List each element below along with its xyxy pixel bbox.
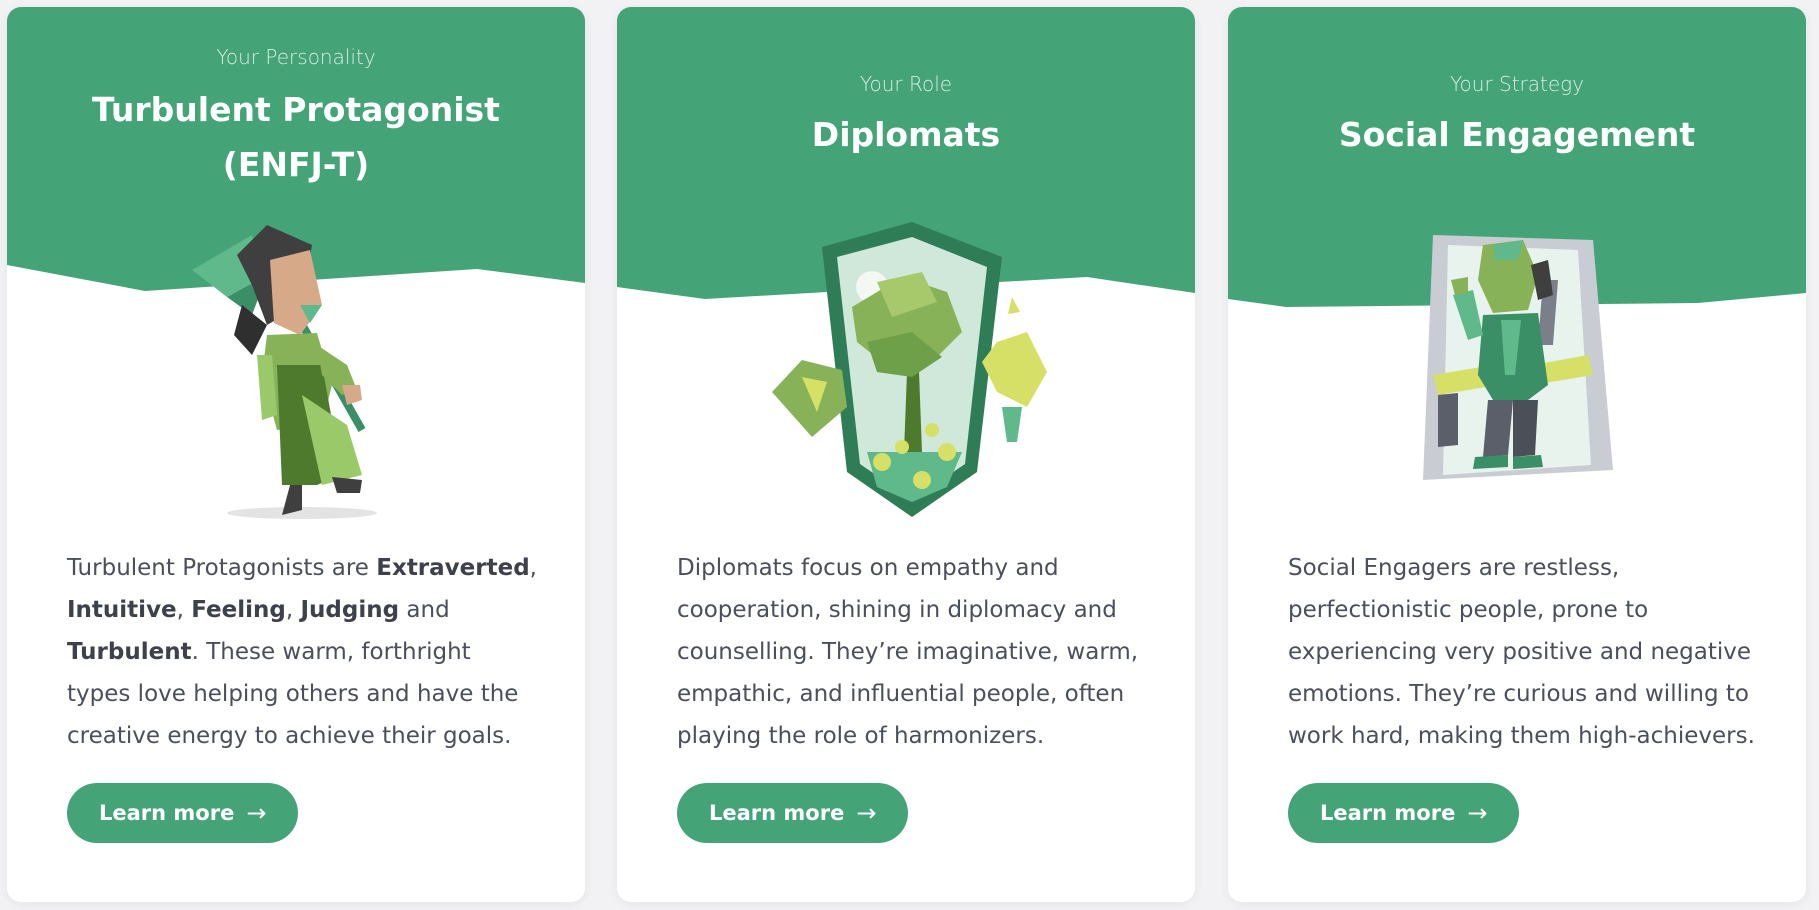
arrow-right-icon: → [1467,799,1488,827]
trait-extraverted: Extraverted [376,555,530,581]
protagonist-character-illustration [192,225,377,519]
card-description: Diplomats focus on empathy and cooperati… [677,555,1139,749]
card-subtitle: Your Personality [216,45,376,69]
learn-more-button[interactable]: Learn more → [677,783,909,843]
button-label: Learn more [1320,801,1456,825]
arrow-right-icon: → [856,799,877,827]
results-page: Your Personality Turbulent Protagonist (… [0,0,1819,910]
strategy-card: Your Strategy Social Engagement Social E [1228,7,1806,902]
title-line-2: (ENFJ-T) [222,145,370,184]
desc-text: , [285,597,301,623]
learn-more-button[interactable]: Learn more → [67,783,299,843]
trait-intuitive: Intuitive [67,597,177,623]
card-title: Turbulent Protagonist (ENFJ-T) [7,82,585,192]
desc-text: , [176,597,192,623]
social-engagement-phone-illustration [1423,235,1613,480]
card-title: Social Engagement [1338,115,1696,154]
title-line-1: Turbulent Protagonist [92,90,500,129]
card-title: Diplomats [811,115,1001,154]
button-label: Learn more [99,801,235,825]
personality-card: Your Personality Turbulent Protagonist (… [7,7,585,902]
trait-turbulent: Turbulent [67,639,192,665]
card-description: Social Engagers are restless, perfection… [1288,555,1755,749]
button-label: Learn more [709,801,845,825]
learn-more-button[interactable]: Learn more → [1288,783,1520,843]
arrow-right-icon: → [246,799,267,827]
desc-text: , [529,555,537,581]
role-card: Your Role Diplomats Diplomats focus on e… [617,7,1195,902]
card-description: Turbulent Protagonists are Extraverted, … [67,547,537,757]
card-subtitle: Your Role [859,72,953,96]
trait-feeling: Feeling [191,597,286,623]
card-subtitle: Your Strategy [1449,72,1585,96]
desc-text: and [399,597,450,623]
trait-judging: Judging [300,597,400,623]
desc-text: Turbulent Protagonists are [67,555,377,581]
diplomats-shield-illustration [772,222,1047,517]
